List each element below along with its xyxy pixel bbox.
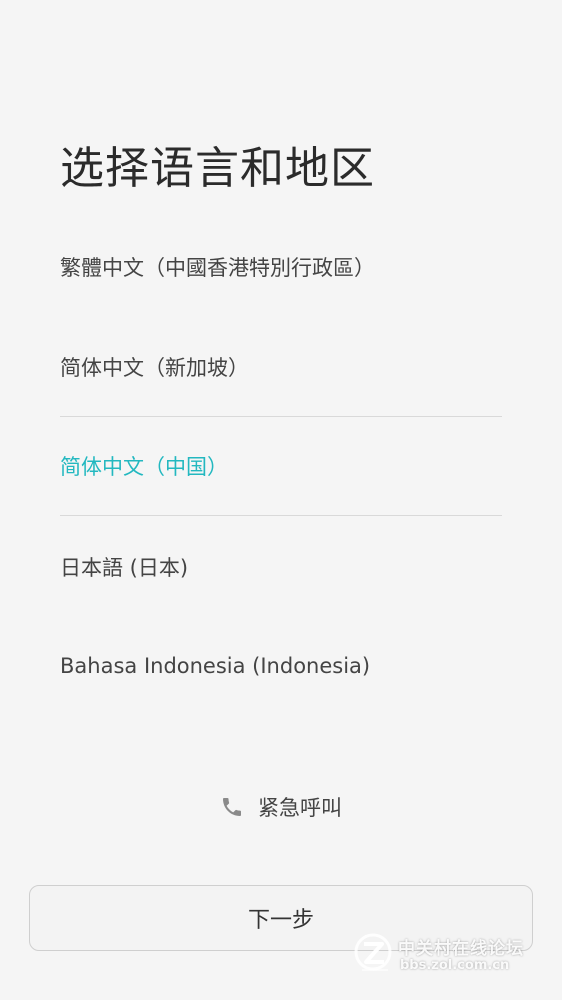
phone-icon [220,795,244,819]
selection-divider-bottom [60,515,502,516]
emergency-call-button[interactable]: 紧急呼叫 [0,792,562,822]
next-button[interactable]: 下一步 [29,885,533,951]
language-option-simplified-chinese-sg[interactable]: 简体中文（新加坡） [60,317,502,417]
page-title: 选择语言和地区 [60,143,375,194]
language-option-indonesian[interactable]: Bahasa Indonesia (Indonesia) [60,616,502,716]
language-option-japanese[interactable]: 日本語 (日本) [60,517,502,617]
emergency-call-label: 紧急呼叫 [258,796,342,820]
language-option-simplified-chinese-cn[interactable]: 简体中文（中国） [60,416,502,516]
watermark-url: bbs.zol.com.cn [400,958,510,973]
language-option-traditional-chinese-hk[interactable]: 繁體中文（中國香港特別行政區） [60,217,502,317]
